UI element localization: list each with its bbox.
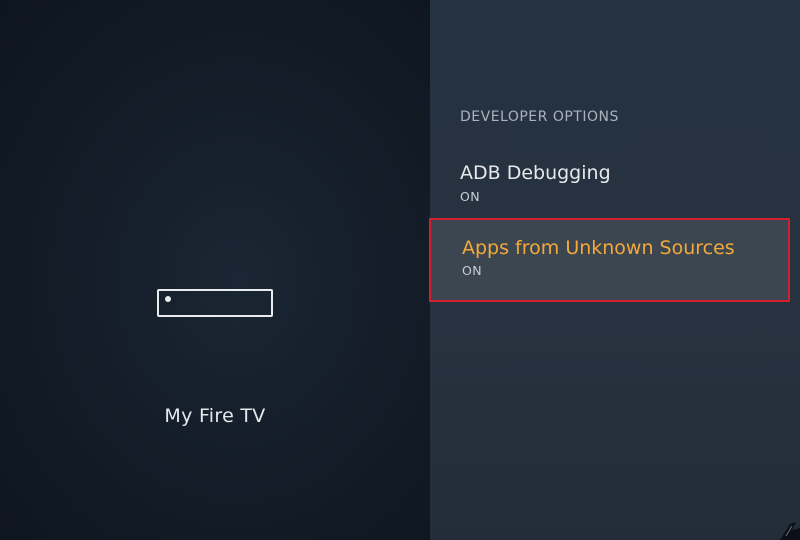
fire-tv-settings-screen: My Fire TV DEVELOPER OPTIONS ADB Debuggi… <box>0 0 800 540</box>
device-info-pane: My Fire TV <box>0 0 430 540</box>
developer-options-pane: DEVELOPER OPTIONS ADB Debugging ON Apps … <box>429 0 800 540</box>
device-led-dot <box>165 296 171 302</box>
fire-tv-stick-icon <box>157 289 273 317</box>
corner-decoration-icon <box>780 522 800 540</box>
menu-item-label: ADB Debugging <box>460 162 611 184</box>
section-header: DEVELOPER OPTIONS <box>460 109 619 125</box>
device-name-label: My Fire TV <box>164 405 266 427</box>
menu-item-status: ON <box>462 263 482 278</box>
menu-item-status: ON <box>460 189 480 204</box>
menu-item-label: Apps from Unknown Sources <box>462 237 735 259</box>
menu-item-apps-from-unknown-sources[interactable]: Apps from Unknown Sources ON <box>429 218 790 302</box>
